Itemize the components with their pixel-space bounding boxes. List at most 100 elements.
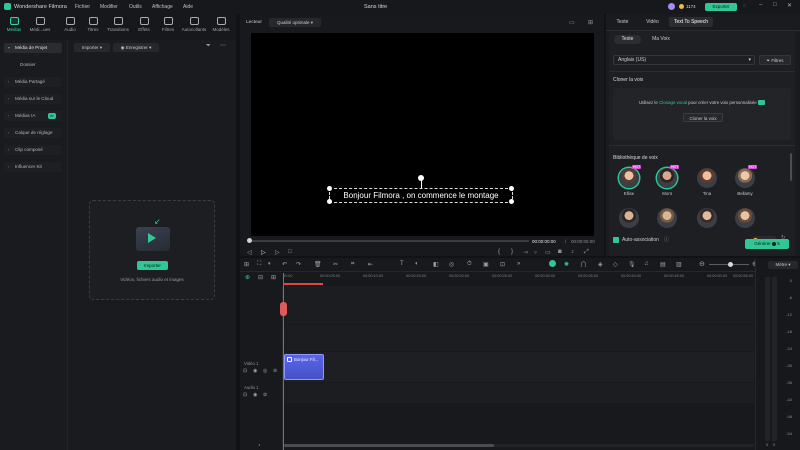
more-tools-icon[interactable]: » [517, 261, 520, 267]
auto-match-checkbox[interactable] [613, 237, 619, 243]
video-track-row[interactable] [284, 352, 754, 382]
meter-dropdown[interactable]: Mètre ▾ [768, 261, 798, 269]
resize-handle[interactable] [327, 186, 332, 191]
avatar[interactable] [668, 3, 675, 10]
layout-icon[interactable]: ⊞ [244, 261, 249, 268]
crop-icon[interactable]: ⌗ [351, 261, 354, 268]
tab-medias[interactable]: Médias [2, 14, 26, 40]
caption-text[interactable]: Bonjour Filmora , on commence le montage [330, 191, 512, 200]
close-icon[interactable]: ✕ [787, 2, 792, 9]
pip-icon[interactable]: ▥ [676, 261, 682, 268]
redo-icon[interactable]: ↷ [296, 261, 301, 268]
delete-icon[interactable]: 🗑 [314, 261, 322, 268]
next-frame-icon[interactable]: ▷ [275, 249, 280, 256]
timeline-ruler[interactable]: 00:00 00:00:05:00 00:00:10:00 00:00:15:0… [283, 273, 753, 283]
progress-thumb[interactable] [247, 238, 252, 243]
mask-icon[interactable]: ◧ [433, 261, 439, 268]
language-select[interactable]: Anglais (US) ▾ [613, 55, 755, 65]
playhead-handle[interactable] [280, 302, 287, 316]
resize-handle[interactable] [509, 199, 514, 204]
more-icon[interactable]: ⋯ [220, 42, 226, 49]
tab-video[interactable]: Vidéo [640, 19, 665, 25]
maximize-icon[interactable]: □ [773, 2, 777, 8]
camera-icon[interactable]: ◙ [558, 249, 562, 255]
sidebar-item-influencer-kit[interactable]: › Influencer Kit [4, 162, 62, 172]
sidebar-item-folder[interactable]: Dossier [4, 60, 62, 70]
render-icon[interactable] [549, 260, 556, 267]
color-icon[interactable]: ◎ [449, 261, 454, 268]
voice-avatar-ellise[interactable] [619, 168, 639, 188]
import-dropdown[interactable]: Importer ▾ [74, 43, 110, 52]
minimize-icon[interactable]: – [759, 2, 762, 8]
play-icon[interactable]: ▷ [261, 249, 266, 256]
split-icon[interactable]: ✂ [333, 261, 338, 268]
preview-canvas[interactable]: Bonjour Filmora , on commence le montage [251, 33, 594, 236]
stabilize-icon[interactable]: ▣ [483, 261, 489, 268]
undo-icon[interactable]: ↶ [282, 261, 287, 268]
track-link-icon[interactable]: ⊘ [263, 392, 267, 398]
filter-icon[interactable]: ⏷ [206, 43, 211, 50]
clone-voice-button[interactable]: Cloner la voix [683, 113, 723, 122]
scroll-left-icon[interactable]: ◂ [258, 442, 260, 447]
resize-handle[interactable] [327, 199, 332, 204]
snapshot-icon[interactable]: ▤ [660, 261, 666, 268]
subtab-my-voice[interactable]: Ma Voix [647, 35, 675, 44]
quality-dropdown[interactable]: Qualité optimale ▾ [269, 18, 321, 27]
adjust-icon[interactable]: ◐ [415, 261, 419, 267]
audio-track-row[interactable] [284, 383, 754, 403]
info-icon[interactable]: ⓘ [664, 236, 669, 243]
sidebar-item-shared-media[interactable]: › Média Partagé [4, 77, 62, 87]
text-tool-icon[interactable]: T [400, 261, 404, 267]
drop-import-button[interactable]: Importer [137, 261, 168, 270]
tab-stickers[interactable]: Autocollants [180, 14, 208, 40]
track-mute-icon[interactable]: ◉ [253, 392, 257, 398]
link-icon[interactable]: ⊟ [258, 274, 263, 281]
voice-avatar-mont[interactable] [657, 168, 677, 188]
timeline-clip[interactable]: Bonjour Fil... [284, 354, 324, 380]
mark-out-icon[interactable]: } [511, 249, 513, 255]
import-drop-zone[interactable]: ↙ Importer Vidéos, fichiers audio et ima… [89, 200, 215, 300]
menu-fichier[interactable]: Fichier [75, 4, 90, 10]
voice-avatar-tina[interactable] [697, 168, 717, 188]
notification-icon[interactable]: ◌ [743, 3, 746, 9]
rotate-handle[interactable] [418, 175, 424, 181]
display-icon[interactable]: ▭ [545, 249, 551, 256]
chevron-down-icon[interactable]: ▾ [268, 261, 271, 267]
export-button[interactable]: Exporter [705, 3, 737, 11]
add-track-icon[interactable]: ⊕ [245, 274, 250, 281]
volume-icon[interactable]: ♪ [571, 249, 574, 255]
sidebar-item-ai-media[interactable]: › Médias IA AI [4, 111, 62, 121]
keyframe-icon[interactable]: ◇ [613, 261, 618, 268]
generate-button[interactable]: Générer 5 [745, 239, 789, 249]
menu-modifier[interactable]: Modifier [100, 4, 118, 10]
overwrite-icon[interactable]: ▿ [534, 249, 537, 256]
tab-music[interactable]: Médi...ues [28, 14, 52, 40]
tab-text[interactable]: Texte [610, 19, 635, 25]
caption-selection-box[interactable]: Bonjour Filmora , on commence le montage [327, 175, 514, 204]
subtab-text[interactable]: Texte [614, 35, 641, 44]
voice-avatar[interactable] [697, 208, 717, 228]
track-link-icon[interactable]: ⊘ [273, 368, 277, 374]
select-tool-icon[interactable]: ⛶ [257, 261, 261, 268]
track-lock-icon[interactable]: ⊡ [243, 368, 247, 374]
library-scrollbar[interactable] [790, 153, 792, 181]
voice-avatar[interactable] [657, 208, 677, 228]
expand-icon[interactable]: ⤢ [584, 249, 589, 256]
progress-track[interactable] [249, 240, 529, 242]
previous-frame-icon[interactable]: ◁ [247, 249, 252, 256]
tab-audio[interactable]: Audio [58, 14, 82, 40]
tab-templates[interactable]: Modèles [209, 14, 233, 40]
record-dropdown[interactable]: ◉ Enregistrer ▾ [113, 43, 159, 52]
insert-icon[interactable]: ⇥ [523, 249, 528, 256]
trim-icon[interactable]: ⇤ [368, 261, 373, 268]
magnet-icon[interactable]: ⋂ [581, 261, 586, 268]
voice-avatar[interactable] [619, 208, 639, 228]
speed-icon[interactable]: ⏱ [467, 261, 472, 268]
voice-avatar[interactable] [735, 208, 755, 228]
voice-avatar-bellamy[interactable] [735, 168, 755, 188]
sidebar-item-adjustment-layer[interactable]: › Calque de réglage [4, 128, 62, 138]
tab-text-to-speech[interactable]: Text To Speech [669, 17, 713, 27]
magnet-snap-icon[interactable]: ⊞ [271, 274, 276, 281]
menu-affichage[interactable]: Affichage [152, 4, 173, 10]
sidebar-item-compound-clip[interactable]: › Clip composé [4, 145, 62, 155]
